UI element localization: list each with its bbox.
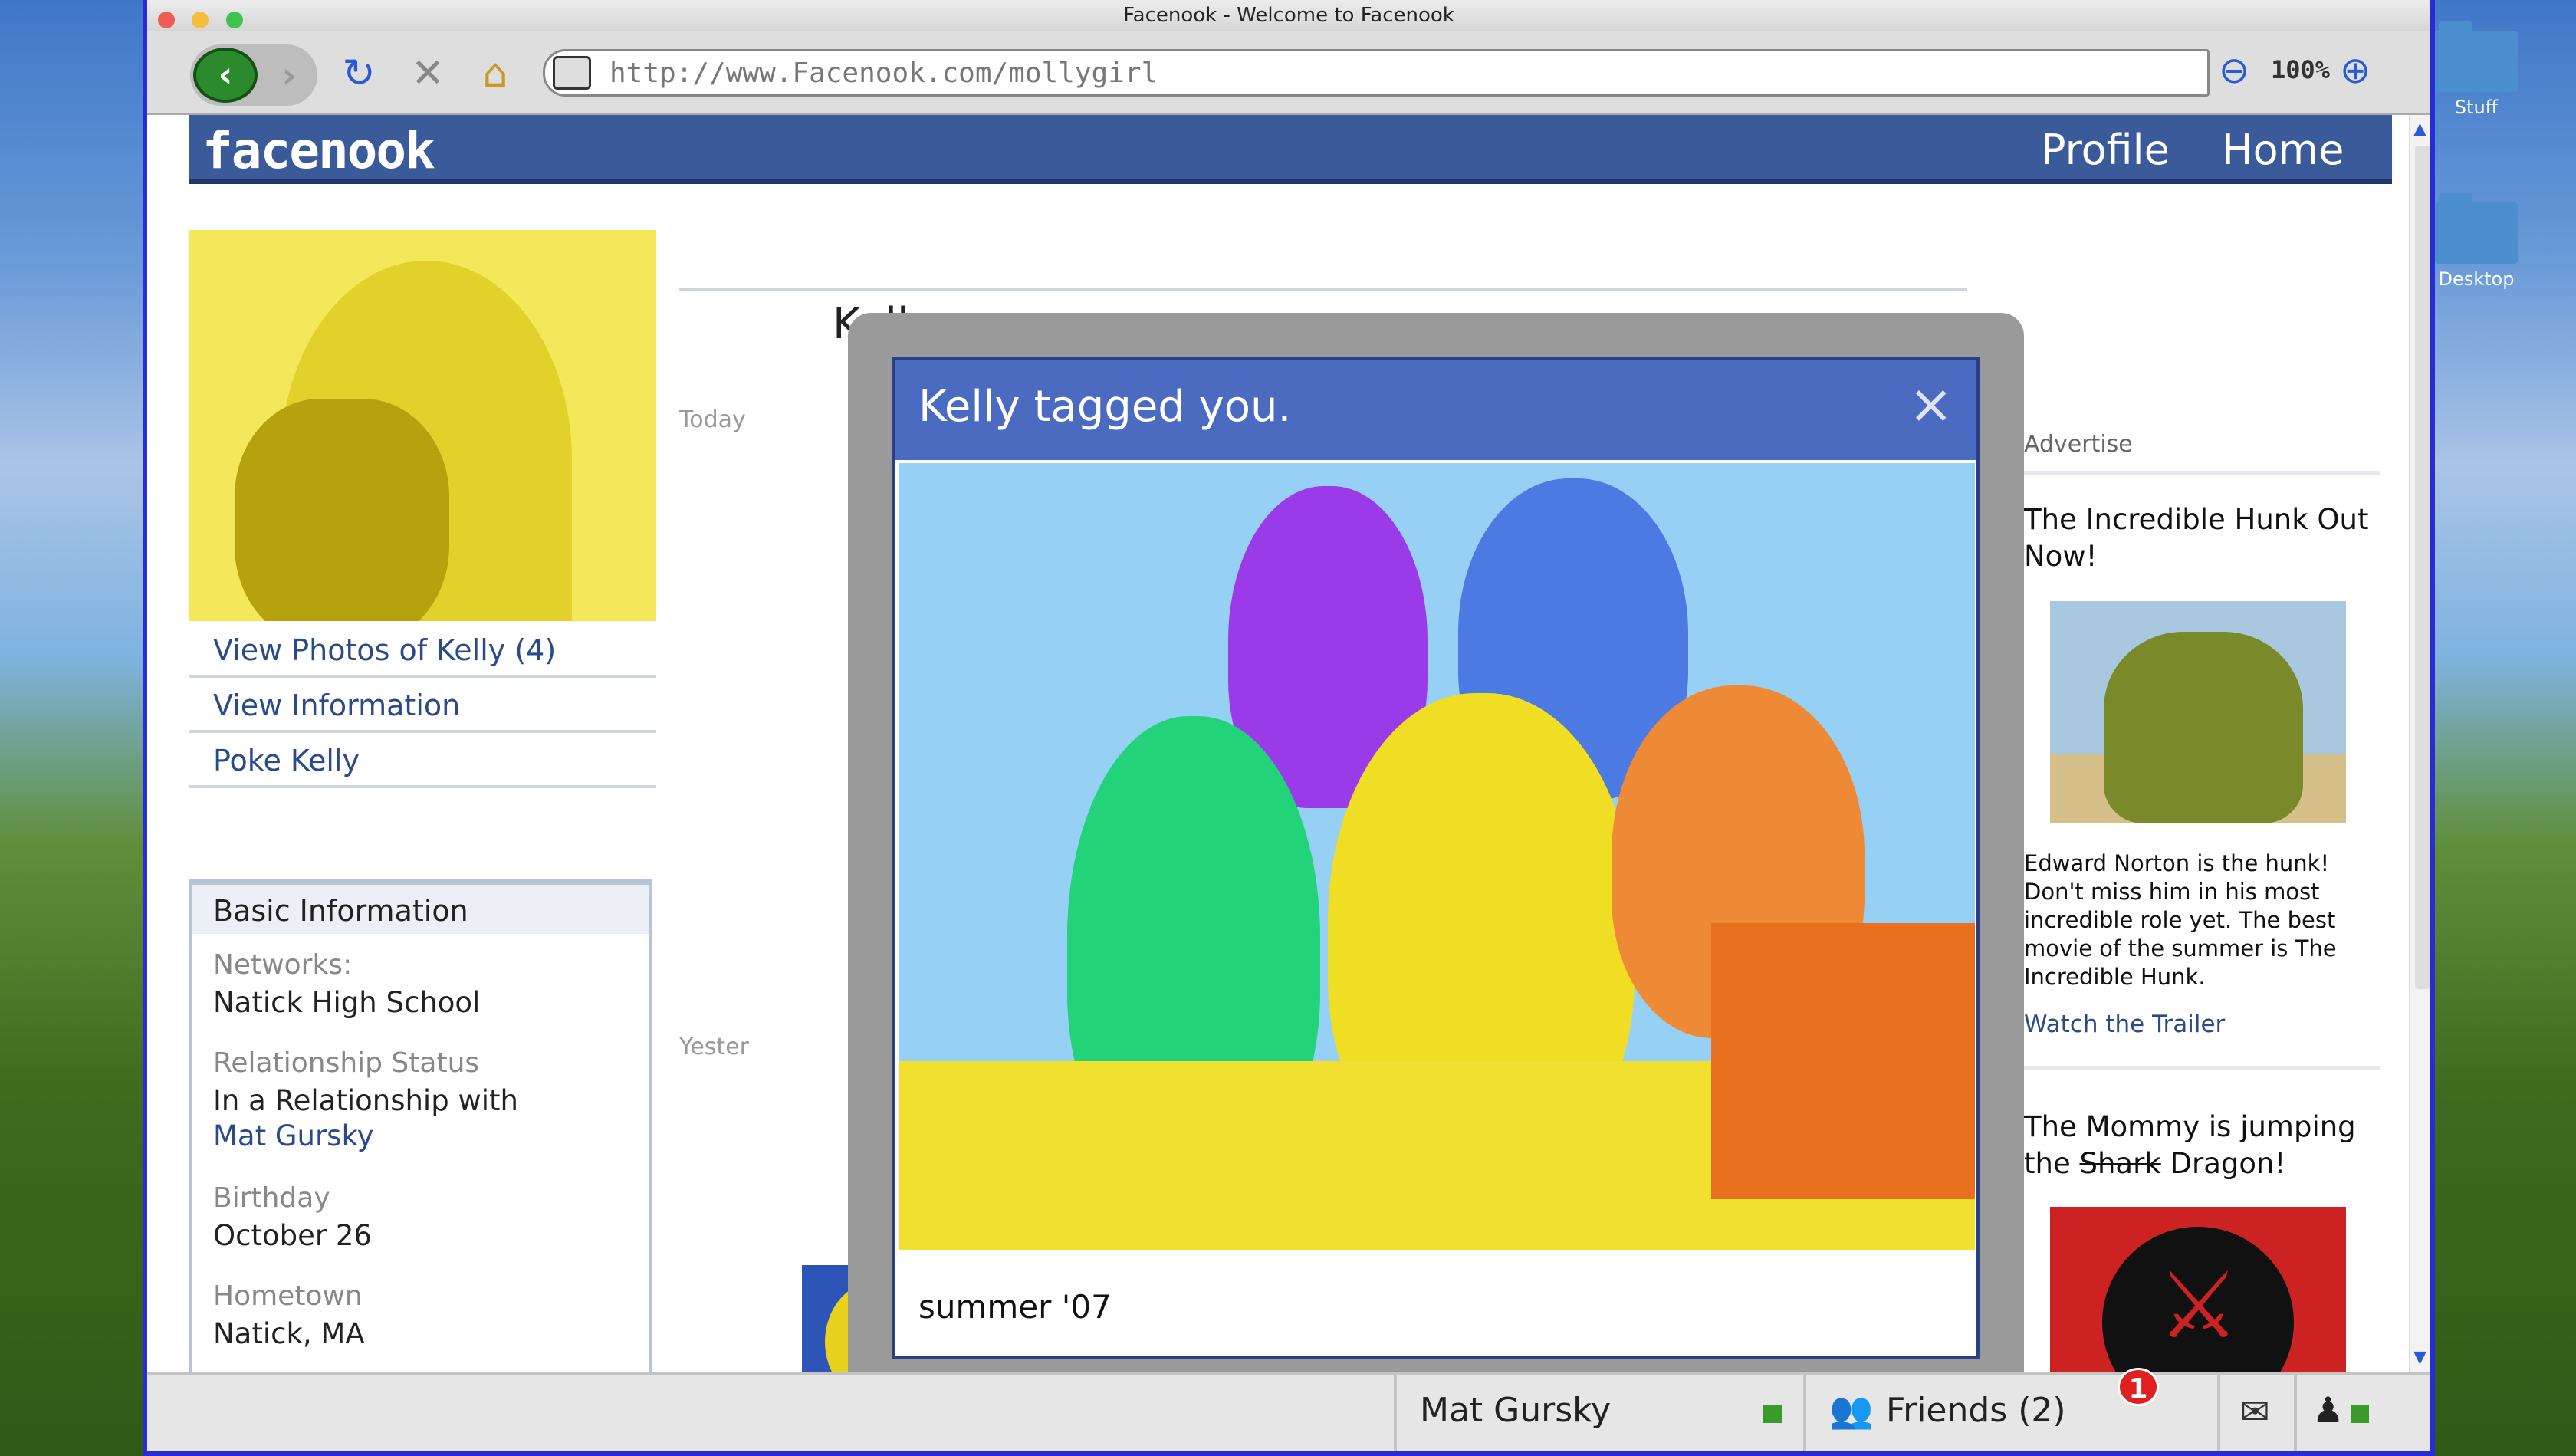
user-status-icon: ♟ <box>2312 1389 2344 1431</box>
online-status-icon <box>2351 1405 2369 1423</box>
ad-hunk-description: Edward Norton is the hunk! Don't miss hi… <box>2024 850 2337 990</box>
hometown-value: Natick, MA <box>213 1317 365 1350</box>
folder-icon <box>2434 21 2518 92</box>
notifications-icon: ✉ <box>2240 1391 2270 1432</box>
poke-link[interactable]: Poke Kelly <box>189 733 656 788</box>
desktop-icon-stuff[interactable]: Stuff <box>2430 21 2522 118</box>
networks-value: Natick High School <box>213 986 481 1019</box>
online-status-tab[interactable]: ♟ <box>2294 1375 2409 1451</box>
home-icon[interactable]: ⌂ <box>472 51 518 97</box>
site-logo[interactable]: facenook <box>202 121 435 180</box>
back-icon[interactable]: ‹ <box>193 48 258 103</box>
chat-bar: Mat Gursky 👥 Friends (2) ✉ ♟ <box>147 1372 2430 1451</box>
feed-today-label: Today <box>679 406 746 433</box>
ad-hunk-title[interactable]: The Incredible Hunk Out Now! <box>2024 501 2384 575</box>
feed-yesterday-label: Yester <box>679 1034 749 1060</box>
partner-link[interactable]: Mat Gursky <box>213 1119 373 1152</box>
maximize-window-button[interactable] <box>225 12 243 28</box>
friends-icon: 👥 <box>1829 1389 1874 1431</box>
desktop-icon-desktop[interactable]: Desktop <box>2430 193 2522 290</box>
nav-buttons: ‹ › <box>190 44 317 106</box>
nav-home-link[interactable]: Home <box>2222 126 2344 174</box>
ad-dragon-image[interactable]: ⚔ <box>2050 1207 2346 1391</box>
close-icon[interactable]: × <box>1908 377 1953 431</box>
zoom-out-icon[interactable]: ⊖ <box>2219 49 2249 92</box>
desktop-icon-label: Stuff <box>2454 97 2499 118</box>
view-information-link[interactable]: View Information <box>189 678 656 733</box>
tagged-photo[interactable] <box>899 463 1975 1250</box>
friends-online-count: Friends (2) <box>1886 1391 2066 1430</box>
modal-title: Kelly tagged you. <box>918 382 1292 432</box>
ad-hunk-image[interactable] <box>2050 601 2346 823</box>
nav-profile-link[interactable]: Profile <box>2041 126 2170 174</box>
browser-toolbar: ‹ › ↻ ✕ ⌂ http://www.Facenook.com/mollyg… <box>147 31 2430 115</box>
notifications-tab[interactable]: ✉ <box>2217 1375 2294 1451</box>
stop-icon[interactable]: ✕ <box>405 51 451 97</box>
advertisement-panel: Advertise The Incredible Hunk Out Now! E… <box>1998 425 2397 1391</box>
watch-trailer-link[interactable]: Watch the Trailer <box>2024 1011 2225 1038</box>
photo-caption: summer '07 <box>918 1288 1112 1326</box>
url-text: http://www.Facenook.com/mollygirl <box>610 58 1158 89</box>
relationship-label: Relationship Status <box>213 1047 480 1079</box>
birthday-label: Birthday <box>213 1182 330 1214</box>
tag-photo-modal: Kelly tagged you. × summer '07 <box>892 357 1980 1359</box>
basic-information-title: Basic Information <box>192 885 649 934</box>
vertical-scrollbar[interactable]: ▲ ▼ <box>2409 115 2430 1372</box>
window-title: Facenook - Welcome to Facenook <box>1123 4 1454 27</box>
profile-picture[interactable] <box>189 230 656 621</box>
view-photos-link[interactable]: View Photos of Kelly (4) <box>189 623 656 678</box>
folder-icon <box>2434 193 2518 264</box>
forward-icon[interactable]: › <box>270 55 308 95</box>
close-window-button[interactable] <box>158 12 175 28</box>
scroll-thumb[interactable] <box>2415 146 2430 989</box>
online-status-icon <box>1763 1405 1782 1423</box>
desktop-icon-label: Desktop <box>2438 268 2515 290</box>
scroll-up-icon[interactable]: ▲ <box>2413 120 2426 139</box>
dragon-icon: ⚔ <box>2157 1253 2240 1359</box>
web-page: facenook Profile Home View Photos of Kel… <box>147 115 2409 1405</box>
zoom-in-icon[interactable]: ⊕ <box>2340 49 2371 92</box>
site-identity-icon[interactable] <box>553 56 591 90</box>
window-titlebar: Facenook - Welcome to Facenook <box>147 0 2430 31</box>
strikethrough-text: Shark <box>2079 1147 2161 1180</box>
birthday-value: October 26 <box>213 1219 372 1252</box>
site-header: facenook Profile Home <box>189 115 2392 184</box>
scroll-down-icon[interactable]: ▼ <box>2413 1348 2426 1367</box>
advertise-header: Advertise <box>2024 431 2133 458</box>
relationship-value: In a Relationship with <box>213 1084 518 1117</box>
minimize-window-button[interactable] <box>192 12 209 28</box>
modal-header: Kelly tagged you. × <box>895 360 1976 460</box>
browser-window: Facenook - Welcome to Facenook ‹ › ↻ ✕ ⌂… <box>143 0 2435 1456</box>
profile-name-header: Kell <box>679 207 1967 349</box>
zoom-level: 100% <box>2271 55 2331 84</box>
basic-information-panel: Basic Information Networks: Natick High … <box>189 879 652 1377</box>
hometown-label: Hometown <box>213 1280 363 1312</box>
chat-user-name: Mat Gursky <box>1420 1391 1612 1430</box>
notification-badge[interactable]: 1 <box>2118 1368 2159 1406</box>
url-bar[interactable]: http://www.Facenook.com/mollygirl <box>543 49 2210 97</box>
networks-label: Networks: <box>213 949 353 981</box>
reload-icon[interactable]: ↻ <box>336 51 382 97</box>
ad-mommy-title[interactable]: The Mommy is jumping the Shark Dragon! <box>2024 1109 2384 1182</box>
chat-user-tab[interactable]: Mat Gursky <box>1394 1375 1803 1451</box>
